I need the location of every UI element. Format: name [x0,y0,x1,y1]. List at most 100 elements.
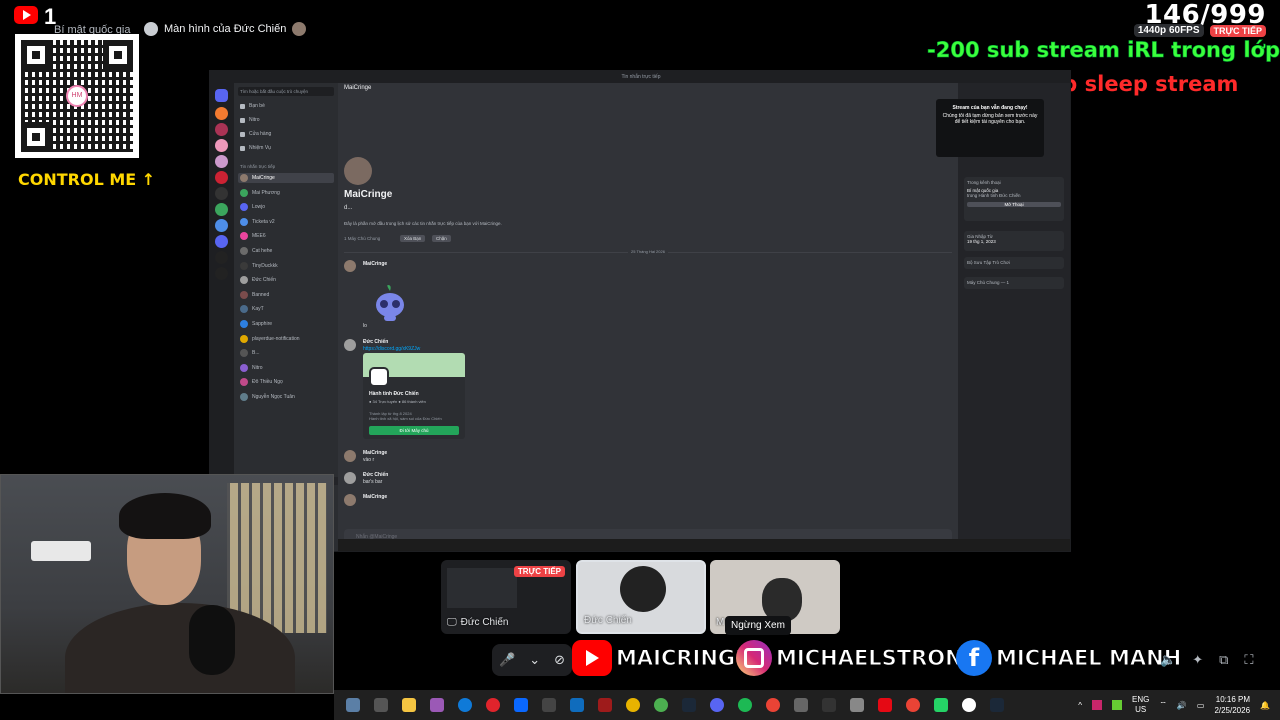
edge-icon[interactable] [458,698,472,712]
server-icon[interactable] [215,123,228,136]
air-conditioner [31,541,91,561]
dm-item[interactable]: KayT [238,304,334,314]
message-author[interactable]: Đức Chiến [363,472,388,478]
popout-icon[interactable]: ⧉ [1219,652,1228,668]
participant-tile-stream[interactable]: TRỰC TIẾP 🖵 Đức Chiến [441,560,571,634]
nav-shop[interactable]: Cửa hàng [240,131,271,137]
server-icon[interactable] [215,155,228,168]
microphone-icon[interactable]: 🎤 [499,652,515,668]
server-icon[interactable] [215,139,228,152]
epic-games-icon[interactable] [822,698,836,712]
chrome-icon[interactable] [766,698,780,712]
participant-tile-avatar[interactable]: Đức Chiến [576,560,706,634]
server-icon[interactable] [215,171,228,184]
app-icon[interactable] [794,698,808,712]
zalo-icon[interactable] [514,698,528,712]
app-icon[interactable] [542,698,556,712]
dm-item[interactable]: Đức Chiến [238,275,334,285]
app-icon[interactable] [598,698,612,712]
window-titlebar: Tin nhắn trực tiếp [210,71,1070,83]
dm-item[interactable]: playerdue-notification [238,334,334,344]
pin-icon[interactable]: ✦ [1192,652,1203,668]
server-icon[interactable] [215,187,228,200]
chrome-icon[interactable] [654,698,668,712]
dm-item[interactable]: TinyDuckkk [238,261,334,271]
avatar[interactable] [344,450,356,462]
avatar[interactable] [344,339,356,351]
remove-friend-button[interactable]: Xóa Bạn [400,235,426,242]
volume-icon[interactable]: 🔊 [1177,701,1187,710]
quality-badge: 1440p 60FPS [1133,24,1204,37]
nav-friends[interactable]: Bạn bè [240,103,265,109]
battery-icon[interactable]: ▭ [1197,701,1205,710]
message-author[interactable]: Đức Chiến [363,339,388,345]
opera-icon[interactable] [486,698,500,712]
netflix-icon[interactable] [878,698,892,712]
clock[interactable]: 10:16 PM 2/25/2026 [1214,694,1250,716]
message-author[interactable]: MaiCringe [363,261,387,267]
spotify-icon[interactable] [738,698,752,712]
app-icon[interactable] [374,698,388,712]
language-indicator[interactable]: ENG US [1132,695,1149,715]
block-button[interactable]: Chặn [432,235,451,242]
app-tray-icon[interactable] [1092,700,1103,710]
nav-nitro[interactable]: Nitro [240,117,260,123]
dm-item[interactable]: MEE6 [238,231,334,241]
game-collection[interactable]: Bộ Sưu Tập Trò Chơi [964,257,1064,269]
dm-item[interactable]: Nguyễn Ngọc Tuân [238,392,334,402]
avatar[interactable] [344,494,356,506]
wifi-icon[interactable]: ⌔ [1159,700,1167,710]
message-author[interactable]: MaiCringe [363,494,387,500]
dm-item[interactable]: Cat hehe [238,246,334,256]
fullscreen-icon[interactable]: ⛶ [1244,652,1253,668]
server-icon[interactable] [215,251,228,264]
avatar[interactable] [344,260,356,272]
profile-description: Đây là phần mở đầu trong lịch sử các tin… [344,221,502,226]
nav-quests[interactable]: Nhiệm Vụ [240,145,271,151]
volume-icon[interactable]: 🔈 [1160,652,1176,668]
app-icon[interactable] [934,698,948,712]
discord-icon[interactable] [710,698,724,712]
app-icon[interactable] [850,698,864,712]
discord-window[interactable]: Tin nhắn trực tiếp Tìm hoặc bắt đầu cuộc… [209,70,1071,552]
server-icon[interactable] [215,267,228,280]
chevron-down-icon[interactable]: ⌄ [529,652,540,668]
file-explorer-icon[interactable] [402,698,416,712]
dm-item[interactable]: Nitro [238,363,334,373]
open-voice-button[interactable]: Mở Thoại [967,202,1061,207]
dm-search-input[interactable]: Tìm hoặc bắt đầu cuộc trò chuyện [238,87,334,96]
app-icon[interactable] [346,698,360,712]
app-tray-icon[interactable] [1112,700,1123,710]
tile-name: M [716,617,725,628]
screen-share-title[interactable]: Màn hình của Đức Chiến [144,22,307,36]
dm-item[interactable]: Mai Phương [238,188,334,198]
mutual-servers[interactable]: 1 Máy Chủ Chung [344,236,380,241]
app-icon[interactable] [430,698,444,712]
dm-item[interactable]: MaiCringe [238,173,334,183]
chrome-icon[interactable] [906,698,920,712]
message-author[interactable]: MaiCringe [363,450,387,456]
notification-icon[interactable]: 🔔 [1260,701,1270,710]
dm-item[interactable]: Đô Thiều Ngọ [238,377,334,387]
app-icon[interactable] [962,698,976,712]
server-icon[interactable] [215,107,228,120]
server-icon[interactable] [215,219,228,232]
steam-icon[interactable] [682,698,696,712]
go-to-server-button[interactable]: Đi tới Máy chủ [369,426,459,435]
dm-item[interactable]: Lowjo [238,202,334,212]
discord-home-icon[interactable] [215,89,228,102]
dm-item[interactable]: B... [238,348,334,358]
server-icon[interactable] [215,203,228,216]
dm-item[interactable]: Banned [238,290,334,300]
dm-item[interactable]: Ticketa v2 [238,217,334,227]
camera-off-icon[interactable]: ⊘ [554,652,565,668]
chevron-up-icon[interactable]: ^ [1078,701,1082,710]
steam-icon[interactable] [990,698,1004,712]
server-icon[interactable] [215,235,228,248]
mutual-servers-row[interactable]: Máy Chủ Chung — 1 [964,277,1064,289]
invite-link[interactable]: https://discord.gg/xK9ZJw [363,346,420,352]
chrome-icon[interactable] [626,698,640,712]
outlook-icon[interactable] [570,698,584,712]
dm-item[interactable]: Sapphire [238,319,334,329]
avatar[interactable] [344,472,356,484]
